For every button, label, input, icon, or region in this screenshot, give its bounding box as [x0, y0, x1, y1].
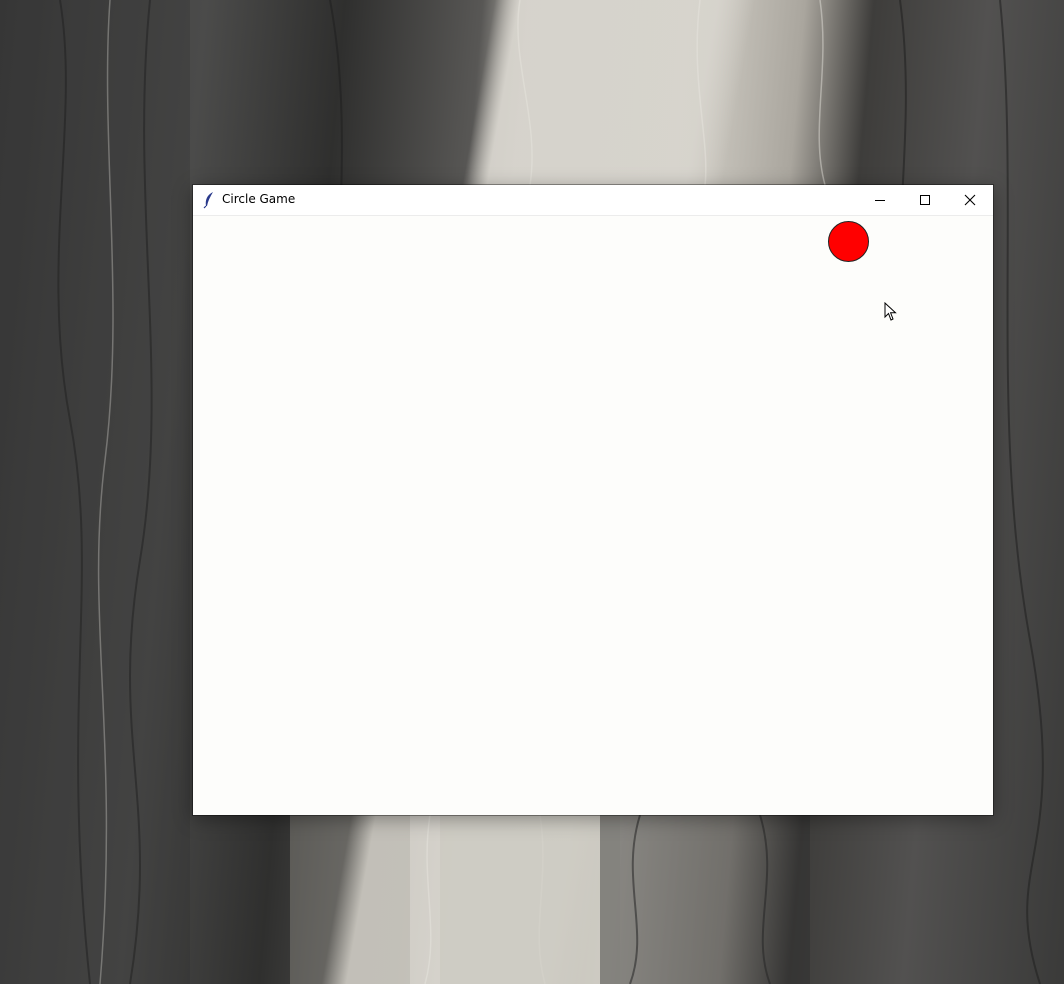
desktop-wallpaper: Circle Game	[0, 0, 1064, 984]
arrow-cursor-icon	[884, 301, 898, 322]
close-icon	[964, 191, 976, 210]
maximize-button[interactable]	[902, 185, 947, 215]
window-title: Circle Game	[222, 192, 296, 206]
maximize-icon	[919, 191, 931, 210]
minimize-icon	[874, 191, 886, 210]
minimize-button[interactable]	[857, 185, 902, 215]
close-button[interactable]	[947, 185, 992, 215]
app-window: Circle Game	[193, 185, 993, 815]
feather-icon	[201, 191, 217, 209]
title-bar[interactable]: Circle Game	[193, 185, 993, 216]
game-canvas[interactable]	[193, 216, 993, 815]
red-circle-target[interactable]	[828, 221, 869, 262]
